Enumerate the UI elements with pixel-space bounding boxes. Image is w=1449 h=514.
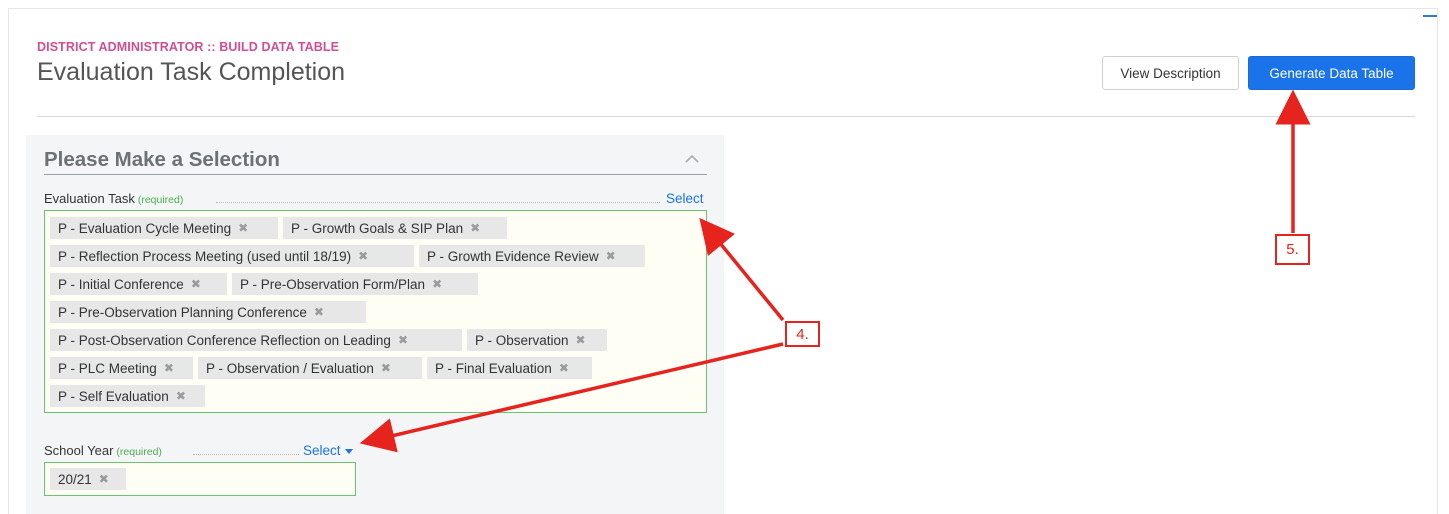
callout-step-4: 4. [785,321,820,347]
arrow-to-evaluation-select [699,217,785,322]
arrow-to-school-year-select [359,342,784,453]
callout-step-5: 5. [1275,234,1310,265]
annotation-overlay [359,89,1311,453]
